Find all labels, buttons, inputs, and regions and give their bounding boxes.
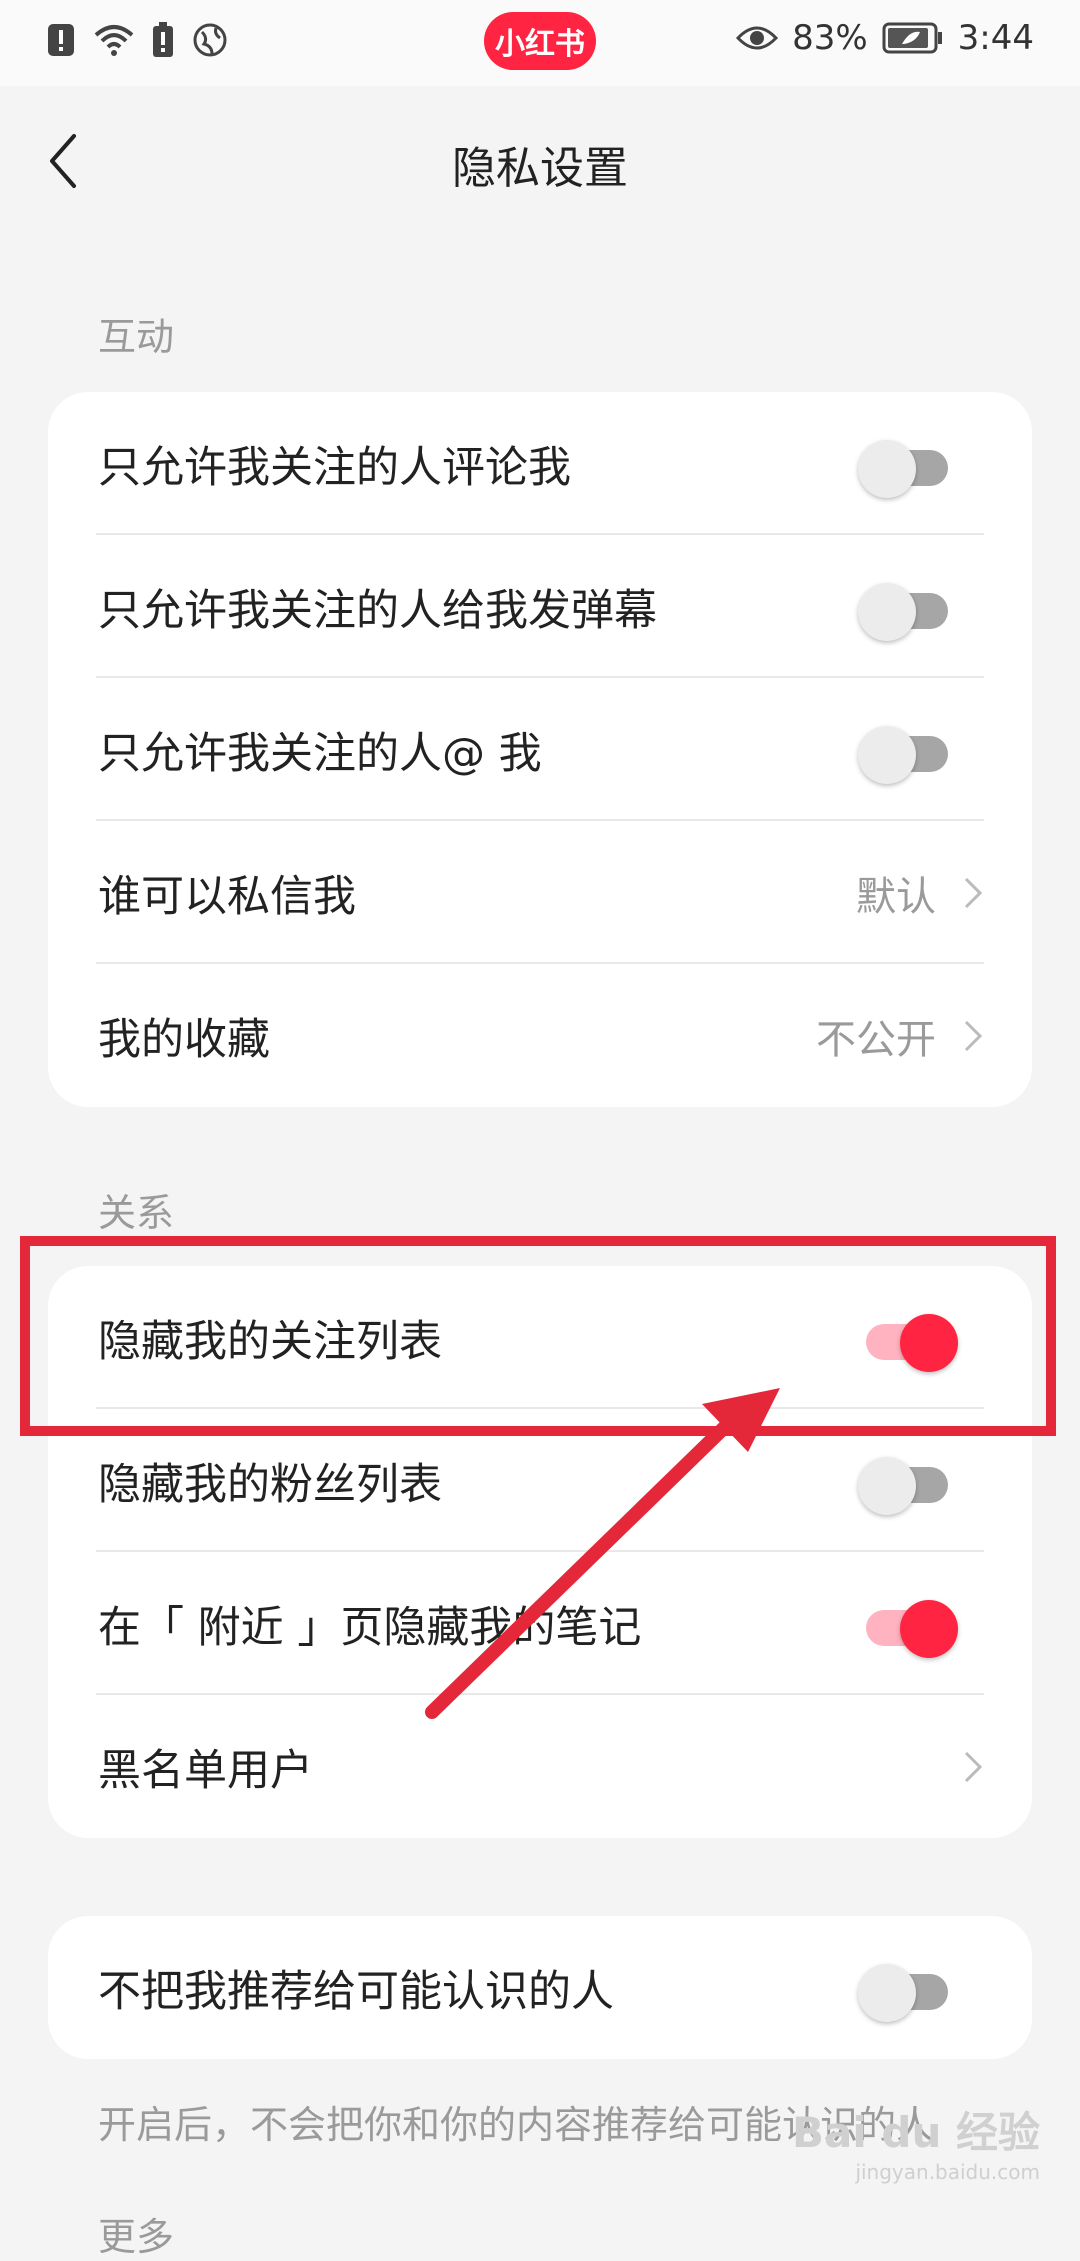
watermark-url: jingyan.baidu.com xyxy=(855,2160,1040,2184)
watermark: Bai du 经验 jingyan.baidu.com xyxy=(792,2099,1040,2184)
watermark-brand: Bai du 经验 xyxy=(792,2108,1040,2157)
annotation-arrow xyxy=(425,1388,780,1719)
